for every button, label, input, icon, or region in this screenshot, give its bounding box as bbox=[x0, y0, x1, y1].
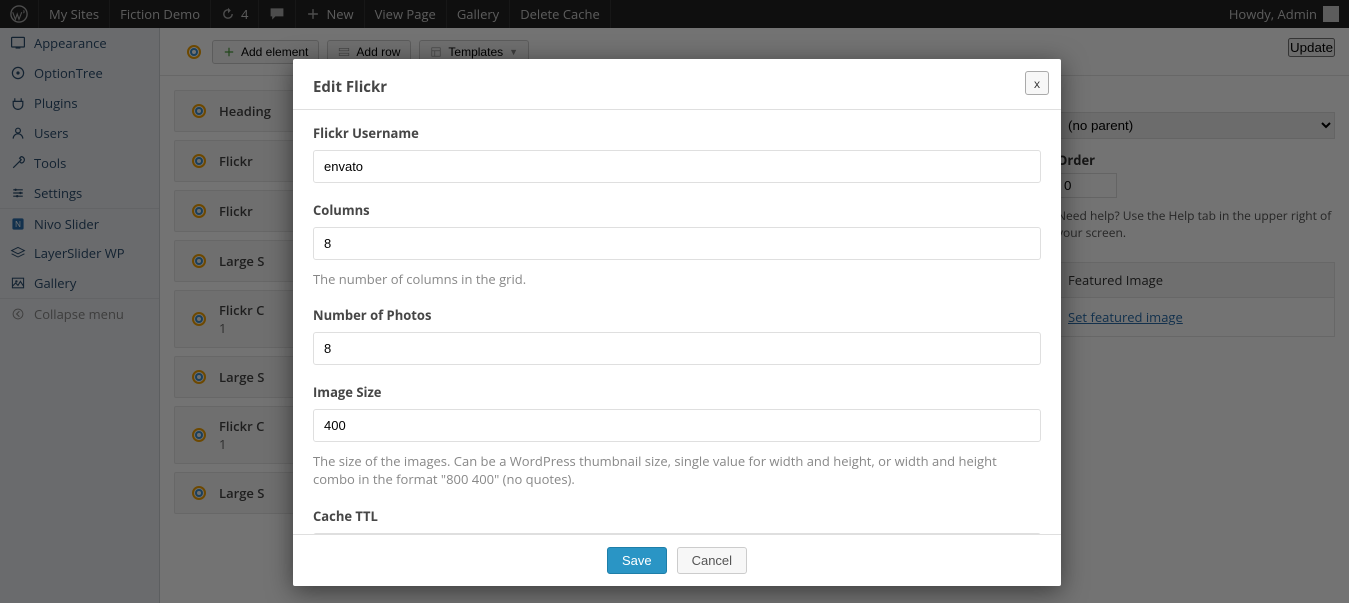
cache-label: Cache TTL bbox=[313, 507, 1041, 525]
modal-footer: Save Cancel bbox=[293, 534, 1061, 586]
modal-header: Edit Flickr x bbox=[293, 59, 1061, 109]
size-desc: The size of the images. Can be a WordPre… bbox=[313, 452, 1041, 488]
photos-input[interactable] bbox=[313, 332, 1041, 365]
modal-title: Edit Flickr bbox=[313, 77, 1041, 97]
modal-body[interactable]: Flickr Username Columns The number of co… bbox=[293, 110, 1061, 534]
edit-flickr-modal: Edit Flickr x Flickr Username Columns Th… bbox=[293, 59, 1061, 586]
username-label: Flickr Username bbox=[313, 124, 1041, 142]
columns-input[interactable] bbox=[313, 227, 1041, 260]
photos-label: Number of Photos bbox=[313, 306, 1041, 324]
size-input[interactable] bbox=[313, 409, 1041, 442]
username-input[interactable] bbox=[313, 150, 1041, 183]
cache-input[interactable] bbox=[313, 533, 1041, 534]
cancel-button[interactable]: Cancel bbox=[677, 547, 747, 574]
columns-desc: The number of columns in the grid. bbox=[313, 270, 1041, 288]
columns-label: Columns bbox=[313, 201, 1041, 219]
size-label: Image Size bbox=[313, 383, 1041, 401]
modal-close-button[interactable]: x bbox=[1025, 71, 1049, 95]
save-button[interactable]: Save bbox=[607, 547, 667, 574]
